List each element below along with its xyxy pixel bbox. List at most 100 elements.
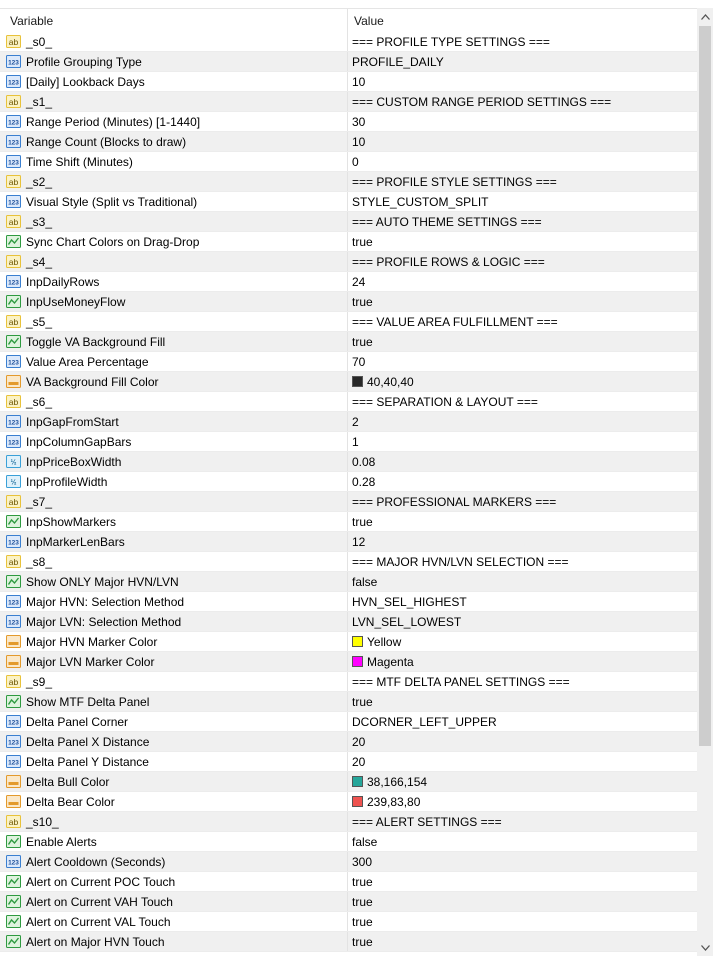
value-cell[interactable]: === CUSTOM RANGE PERIOD SETTINGS === xyxy=(348,92,697,111)
value-cell[interactable]: PROFILE_DAILY xyxy=(348,52,697,71)
property-row[interactable]: ab _s6_ === SEPARATION & LAYOUT === xyxy=(0,392,697,412)
property-row[interactable]: ab _s5_ === VALUE AREA FULFILLMENT === xyxy=(0,312,697,332)
property-row[interactable]: 123 Delta Panel Corner DCORNER_LEFT_UPPER xyxy=(0,712,697,732)
variable-cell[interactable]: 123 Time Shift (Minutes) xyxy=(0,152,348,171)
variable-cell[interactable]: 123 InpColumnGapBars xyxy=(0,432,348,451)
property-row[interactable]: ab _s3_ === AUTO THEME SETTINGS === xyxy=(0,212,697,232)
variable-cell[interactable]: ab _s1_ xyxy=(0,92,348,111)
variable-cell[interactable]: Show ONLY Major HVN/LVN xyxy=(0,572,348,591)
variable-cell[interactable]: Alert on Current VAL Touch xyxy=(0,912,348,931)
scrollbar-thumb[interactable] xyxy=(699,26,711,746)
value-cell[interactable]: === PROFILE TYPE SETTINGS === xyxy=(348,32,697,51)
property-row[interactable]: ab _s9_ === MTF DELTA PANEL SETTINGS === xyxy=(0,672,697,692)
value-cell[interactable]: === ALERT SETTINGS === xyxy=(348,812,697,831)
value-cell[interactable]: 10 xyxy=(348,72,697,91)
value-cell[interactable]: 239,83,80 xyxy=(348,792,697,811)
value-cell[interactable]: true xyxy=(348,232,697,251)
property-row[interactable]: ab _s8_ === MAJOR HVN/LVN SELECTION === xyxy=(0,552,697,572)
value-cell[interactable]: true xyxy=(348,332,697,351)
value-cell[interactable]: true xyxy=(348,872,697,891)
value-cell[interactable]: HVN_SEL_HIGHEST xyxy=(348,592,697,611)
variable-cell[interactable]: Alert on Current VAH Touch xyxy=(0,892,348,911)
variable-cell[interactable]: ab _s5_ xyxy=(0,312,348,331)
value-cell[interactable]: === VALUE AREA FULFILLMENT === xyxy=(348,312,697,331)
property-row[interactable]: Alert on Current VAH Touch true xyxy=(0,892,697,912)
property-row[interactable]: InpUseMoneyFlow true xyxy=(0,292,697,312)
value-cell[interactable]: 40,40,40 xyxy=(348,372,697,391)
property-row[interactable]: 123 Value Area Percentage 70 xyxy=(0,352,697,372)
variable-cell[interactable]: 123 Range Period (Minutes) [1-1440] xyxy=(0,112,348,131)
property-row[interactable]: 123 InpGapFromStart 2 xyxy=(0,412,697,432)
value-cell[interactable]: 0 xyxy=(348,152,697,171)
property-row[interactable]: Delta Bull Color 38,166,154 xyxy=(0,772,697,792)
property-row[interactable]: ab _s0_ === PROFILE TYPE SETTINGS === xyxy=(0,32,697,52)
variable-cell[interactable]: ab _s0_ xyxy=(0,32,348,51)
vertical-scrollbar[interactable] xyxy=(697,8,713,956)
variable-cell[interactable]: 123 Major LVN: Selection Method xyxy=(0,612,348,631)
value-cell[interactable]: DCORNER_LEFT_UPPER xyxy=(348,712,697,731)
variable-cell[interactable]: ½ InpPriceBoxWidth xyxy=(0,452,348,471)
variable-cell[interactable]: Show MTF Delta Panel xyxy=(0,692,348,711)
value-cell[interactable]: 300 xyxy=(348,852,697,871)
property-row[interactable]: Major LVN Marker Color Magenta xyxy=(0,652,697,672)
value-cell[interactable]: Magenta xyxy=(348,652,697,671)
property-row[interactable]: Alert on Major HVN Touch true xyxy=(0,932,697,952)
variable-cell[interactable]: 123 [Daily] Lookback Days xyxy=(0,72,348,91)
variable-cell[interactable]: 123 Delta Panel Y Distance xyxy=(0,752,348,771)
variable-cell[interactable]: VA Background Fill Color xyxy=(0,372,348,391)
property-row[interactable]: ½ InpProfileWidth 0.28 xyxy=(0,472,697,492)
property-row[interactable]: Toggle VA Background Fill true xyxy=(0,332,697,352)
value-cell[interactable]: 12 xyxy=(348,532,697,551)
variable-cell[interactable]: 123 Range Count (Blocks to draw) xyxy=(0,132,348,151)
property-row[interactable]: 123 Range Count (Blocks to draw) 10 xyxy=(0,132,697,152)
variable-cell[interactable]: Delta Bull Color xyxy=(0,772,348,791)
value-cell[interactable]: LVN_SEL_LOWEST xyxy=(348,612,697,631)
value-cell[interactable]: 10 xyxy=(348,132,697,151)
property-row[interactable]: ab _s7_ === PROFESSIONAL MARKERS === xyxy=(0,492,697,512)
property-row[interactable]: ab _s4_ === PROFILE ROWS & LOGIC === xyxy=(0,252,697,272)
variable-cell[interactable]: ½ InpProfileWidth xyxy=(0,472,348,491)
property-row[interactable]: Show MTF Delta Panel true xyxy=(0,692,697,712)
value-cell[interactable]: 24 xyxy=(348,272,697,291)
property-row[interactable]: ab _s2_ === PROFILE STYLE SETTINGS === xyxy=(0,172,697,192)
variable-cell[interactable]: Toggle VA Background Fill xyxy=(0,332,348,351)
variable-cell[interactable]: InpShowMarkers xyxy=(0,512,348,531)
scroll-up-button[interactable] xyxy=(697,8,713,25)
value-cell[interactable]: false xyxy=(348,572,697,591)
variable-cell[interactable]: ab _s10_ xyxy=(0,812,348,831)
property-row[interactable]: 123 Major HVN: Selection Method HVN_SEL_HI… xyxy=(0,592,697,612)
variable-cell[interactable]: 123 InpMarkerLenBars xyxy=(0,532,348,551)
variable-cell[interactable]: Major LVN Marker Color xyxy=(0,652,348,671)
property-row[interactable]: 123 Visual Style (Split vs Traditional) ST… xyxy=(0,192,697,212)
property-row[interactable]: 123 Range Period (Minutes) [1-1440] 30 xyxy=(0,112,697,132)
scroll-down-button[interactable] xyxy=(697,939,713,956)
variable-cell[interactable]: ab _s2_ xyxy=(0,172,348,191)
value-cell[interactable]: === MTF DELTA PANEL SETTINGS === xyxy=(348,672,697,691)
variable-cell[interactable]: 123 Delta Panel Corner xyxy=(0,712,348,731)
value-cell[interactable]: true xyxy=(348,892,697,911)
value-cell[interactable]: 0.08 xyxy=(348,452,697,471)
value-cell[interactable]: 2 xyxy=(348,412,697,431)
value-cell[interactable]: === PROFESSIONAL MARKERS === xyxy=(348,492,697,511)
variable-cell[interactable]: 123 Value Area Percentage xyxy=(0,352,348,371)
value-cell[interactable]: 20 xyxy=(348,752,697,771)
variable-cell[interactable]: Alert on Current POC Touch xyxy=(0,872,348,891)
variable-cell[interactable]: Major HVN Marker Color xyxy=(0,632,348,651)
property-row[interactable]: ½ InpPriceBoxWidth 0.08 xyxy=(0,452,697,472)
value-cell[interactable]: === SEPARATION & LAYOUT === xyxy=(348,392,697,411)
property-row[interactable]: 123 Delta Panel Y Distance 20 xyxy=(0,752,697,772)
property-row[interactable]: 123 InpColumnGapBars 1 xyxy=(0,432,697,452)
property-row[interactable]: 123 Alert Cooldown (Seconds) 300 xyxy=(0,852,697,872)
value-cell[interactable]: === MAJOR HVN/LVN SELECTION === xyxy=(348,552,697,571)
value-cell[interactable]: 30 xyxy=(348,112,697,131)
property-row[interactable]: 123 Profile Grouping Type PROFILE_DAILY xyxy=(0,52,697,72)
property-row[interactable]: Major HVN Marker Color Yellow xyxy=(0,632,697,652)
value-cell[interactable]: === PROFILE STYLE SETTINGS === xyxy=(348,172,697,191)
variable-cell[interactable]: 123 Alert Cooldown (Seconds) xyxy=(0,852,348,871)
property-row[interactable]: InpShowMarkers true xyxy=(0,512,697,532)
value-cell[interactable]: true xyxy=(348,512,697,531)
variable-cell[interactable]: 123 Major HVN: Selection Method xyxy=(0,592,348,611)
variable-cell[interactable]: InpUseMoneyFlow xyxy=(0,292,348,311)
property-row[interactable]: ab _s1_ === CUSTOM RANGE PERIOD SETTINGS =… xyxy=(0,92,697,112)
property-row[interactable]: VA Background Fill Color 40,40,40 xyxy=(0,372,697,392)
